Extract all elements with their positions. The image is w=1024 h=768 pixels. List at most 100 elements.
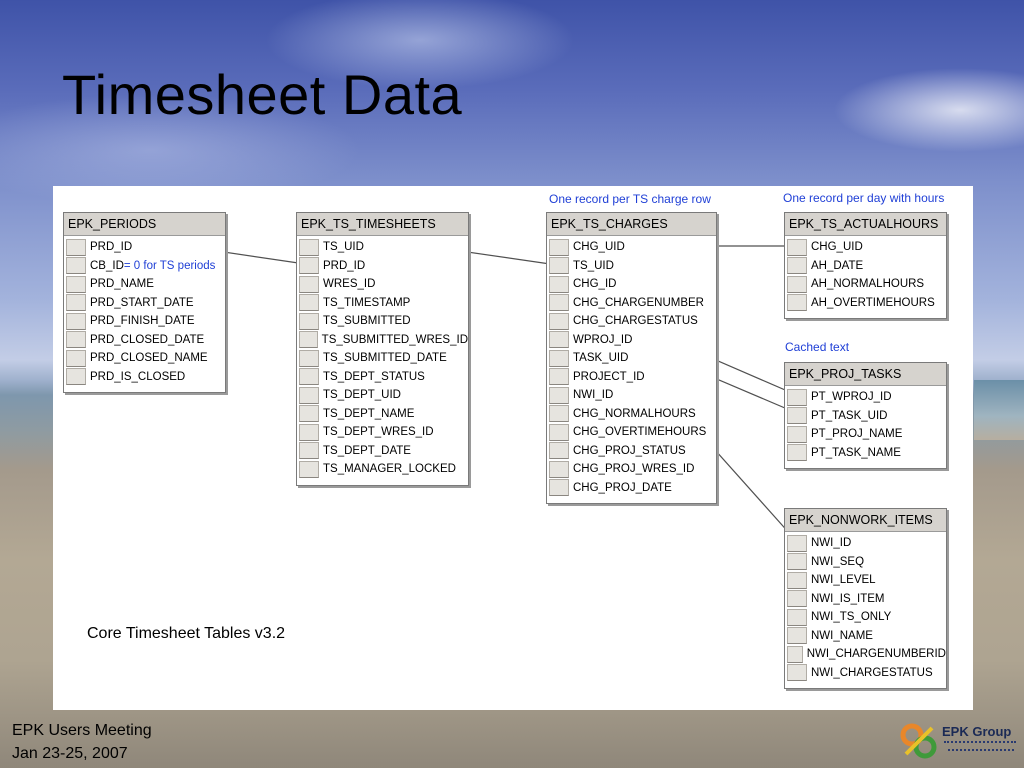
field-name: PT_PROJ_NAME: [811, 428, 903, 441]
table-row: NWI_LEVEL: [785, 571, 946, 590]
field-name: CB_ID: [90, 259, 124, 272]
table-row: TS_DEPT_NAME: [297, 405, 468, 424]
table-row: PRD_FINISH_DATE: [64, 312, 225, 331]
table-row: CB_ID = 0 for TS periods: [64, 257, 225, 276]
field-name: PT_WPROJ_ID: [811, 391, 892, 404]
table-row: AH_NORMALHOURS: [785, 275, 946, 294]
table-row: PRD_IS_CLOSED: [64, 368, 225, 387]
field-name: PRD_ID: [90, 241, 133, 254]
field-name: AH_DATE: [811, 259, 864, 272]
field-name: WRES_ID: [323, 278, 376, 291]
field-name: WPROJ_ID: [573, 333, 633, 346]
field-name: NWI_LEVEL: [811, 574, 876, 587]
table-row: CHG_OVERTIMEHOURS: [547, 423, 716, 442]
table-row: TS_SUBMITTED_DATE: [297, 349, 468, 368]
key-cell: [549, 479, 569, 497]
key-cell: [787, 425, 807, 443]
key-cell: [787, 645, 803, 663]
key-cell: [787, 388, 807, 406]
table-row: PT_WPROJ_ID: [785, 388, 946, 407]
key-cell: [549, 460, 569, 478]
key-cell: [549, 442, 569, 460]
table-row: TS_UID: [297, 238, 468, 257]
key-cell: [549, 423, 569, 441]
field-name: NWI_ID: [573, 389, 614, 402]
key-cell: [549, 294, 569, 312]
key-cell: [787, 553, 807, 571]
table-row: PRD_CLOSED_NAME: [64, 349, 225, 368]
table-row: TS_UID: [547, 257, 716, 276]
table-row: CHG_PROJ_DATE: [547, 479, 716, 498]
logo-text: EPK Group: [942, 724, 1012, 739]
key-cell: [66, 275, 86, 293]
key-cell: [299, 460, 319, 478]
field-name: PRD_CLOSED_NAME: [90, 352, 208, 365]
table-row: PRD_CLOSED_DATE: [64, 331, 225, 350]
table-epk-ts-charges: EPK_TS_CHARGES CHG_UID TS_UID CHG_ID CHG…: [546, 212, 717, 504]
key-cell: [787, 608, 807, 626]
table-row: CHG_CHARGESTATUS: [547, 312, 716, 331]
field-name: TS_TIMESTAMP: [323, 296, 411, 309]
key-cell: [787, 627, 807, 645]
key-cell: [787, 534, 807, 552]
key-cell: [299, 294, 319, 312]
field-name: CHG_PROJ_STATUS: [573, 444, 686, 457]
table-row: CHG_PROJ_WRES_ID: [547, 460, 716, 479]
key-cell: [549, 238, 569, 256]
table-header: EPK_TS_ACTUALHOURS: [785, 213, 946, 236]
key-cell: [66, 349, 86, 367]
key-cell: [299, 312, 319, 330]
key-cell: [66, 294, 86, 312]
field-name: TS_DEPT_NAME: [323, 407, 415, 420]
sea-strip: [974, 380, 1024, 440]
table-header: EPK_NONWORK_ITEMS: [785, 509, 946, 532]
table-epk-periods: EPK_PERIODS PRD_ID CB_ID = 0 for TS peri…: [63, 212, 226, 393]
logo-tagline: [948, 749, 1014, 754]
note-actualhours: One record per day with hours: [783, 191, 945, 205]
table-row: CHG_UID: [547, 238, 716, 257]
table-row: NWI_IS_ITEM: [785, 590, 946, 609]
field-name: CHG_ID: [573, 278, 617, 291]
field-name: TS_SUBMITTED_WRES_ID: [321, 333, 468, 346]
table-row: PRD_ID: [297, 257, 468, 276]
diagram-panel: One record per TS charge row One record …: [53, 186, 973, 710]
table-row: TS_DEPT_STATUS: [297, 368, 468, 387]
epk-group-logo: EPK Group: [898, 718, 1020, 764]
key-cell: [299, 386, 319, 404]
table-row: PT_TASK_NAME: [785, 444, 946, 463]
field-name: NWI_CHARGESTATUS: [811, 666, 933, 679]
note-charges: One record per TS charge row: [549, 192, 711, 206]
field-name: TS_DEPT_UID: [323, 389, 401, 402]
field-name: TS_UID: [573, 259, 614, 272]
field-name: CHG_PROJ_DATE: [573, 481, 672, 494]
table-row: PROJECT_ID: [547, 368, 716, 387]
key-cell: [299, 405, 319, 423]
field-name: CHG_CHARGENUMBER: [573, 296, 704, 309]
field-name: PRD_IS_CLOSED: [90, 370, 186, 383]
table-header: EPK_TS_TIMESHEETS: [297, 213, 468, 236]
key-cell: [787, 238, 807, 256]
table-row: NWI_NAME: [785, 627, 946, 646]
field-name: PRD_NAME: [90, 278, 154, 291]
field-name: TS_MANAGER_LOCKED: [323, 463, 456, 476]
table-row: TASK_UID: [547, 349, 716, 368]
key-cell: [549, 275, 569, 293]
field-name: AH_NORMALHOURS: [811, 278, 925, 291]
field-name: NWI_SEQ: [811, 555, 865, 568]
field-name: CHG_OVERTIMEHOURS: [573, 426, 707, 439]
table-row: CHG_PROJ_STATUS: [547, 442, 716, 461]
key-cell: [787, 275, 807, 293]
table-row: NWI_CHARGESTATUS: [785, 664, 946, 683]
slide-title: Timesheet Data: [62, 63, 463, 126]
field-name: PRD_START_DATE: [90, 296, 194, 309]
key-cell: [549, 331, 569, 349]
table-row: NWI_ID: [785, 534, 946, 553]
key-cell: [787, 257, 807, 275]
field-name: NWI_CHARGENUMBERID: [806, 648, 946, 661]
field-name: NWI_IS_ITEM: [811, 592, 885, 605]
note-proj-tasks: Cached text: [785, 340, 850, 354]
table-row: CHG_NORMALHOURS: [547, 405, 716, 424]
table-header: EPK_TS_CHARGES: [547, 213, 716, 236]
key-cell: [299, 275, 319, 293]
table-row: TS_TIMESTAMP: [297, 294, 468, 313]
